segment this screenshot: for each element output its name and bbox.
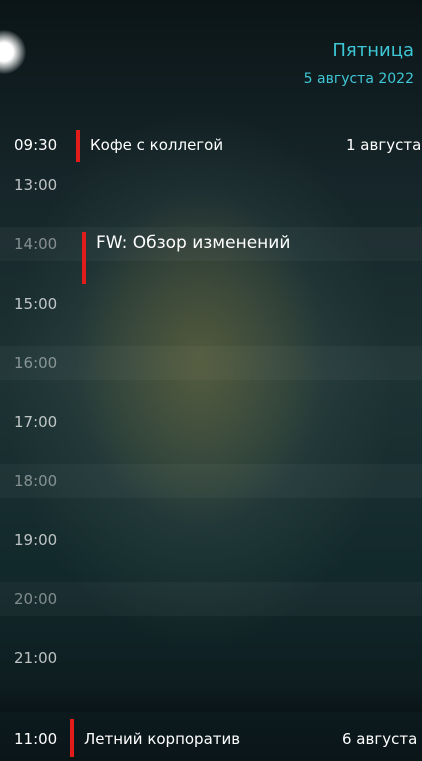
hour-row-17[interactable]: 17:00 <box>0 405 422 439</box>
list-fade <box>0 690 422 712</box>
weekday-title: Пятница <box>332 40 414 61</box>
event-title: Летний корпоратив <box>84 730 241 748</box>
event-row-bottom[interactable]: 11:00 Летний корпоратив 6 августа <box>0 719 422 757</box>
hour-label: 15:00 <box>14 295 58 313</box>
event-color-bar <box>82 232 86 284</box>
hour-label: 16:00 <box>14 354 58 372</box>
hour-row-20[interactable]: 20:00 <box>0 582 422 616</box>
hour-label: 19:00 <box>14 531 58 549</box>
hour-label: 21:00 <box>14 649 58 667</box>
event-time: 09:30 <box>14 136 58 154</box>
event-title: Кофе с коллегой <box>90 136 224 154</box>
hour-row-13[interactable]: 13:00 <box>0 168 422 202</box>
hour-row-15[interactable]: 15:00 <box>0 287 422 321</box>
event-time: 11:00 <box>14 730 58 748</box>
hour-row-19[interactable]: 19:00 <box>0 523 422 557</box>
hour-label: 17:00 <box>14 413 58 431</box>
event-color-bar <box>70 719 74 757</box>
event-color-bar <box>76 130 80 162</box>
event-title: FW: Обзор изменений <box>96 233 291 253</box>
hour-label: 20:00 <box>14 590 58 608</box>
hour-label: 14:00 <box>14 235 58 253</box>
light-glow <box>0 30 26 74</box>
hour-row-16[interactable]: 16:00 <box>0 346 422 380</box>
event-row-top[interactable]: 09:30 Кофе с коллегой 1 августа <box>0 128 422 162</box>
date-subtitle: 5 августа 2022 <box>303 71 414 87</box>
hour-row-21[interactable]: 21:00 <box>0 641 422 675</box>
hour-row-18[interactable]: 18:00 <box>0 464 422 498</box>
event-date: 1 августа <box>346 136 422 154</box>
event-date: 6 августа <box>342 730 418 748</box>
hour-label: 18:00 <box>14 472 58 490</box>
hour-label: 13:00 <box>14 176 58 194</box>
event-inline[interactable]: FW: Обзор изменений <box>80 232 420 286</box>
date-header: Пятница 5 августа 2022 <box>304 40 414 88</box>
